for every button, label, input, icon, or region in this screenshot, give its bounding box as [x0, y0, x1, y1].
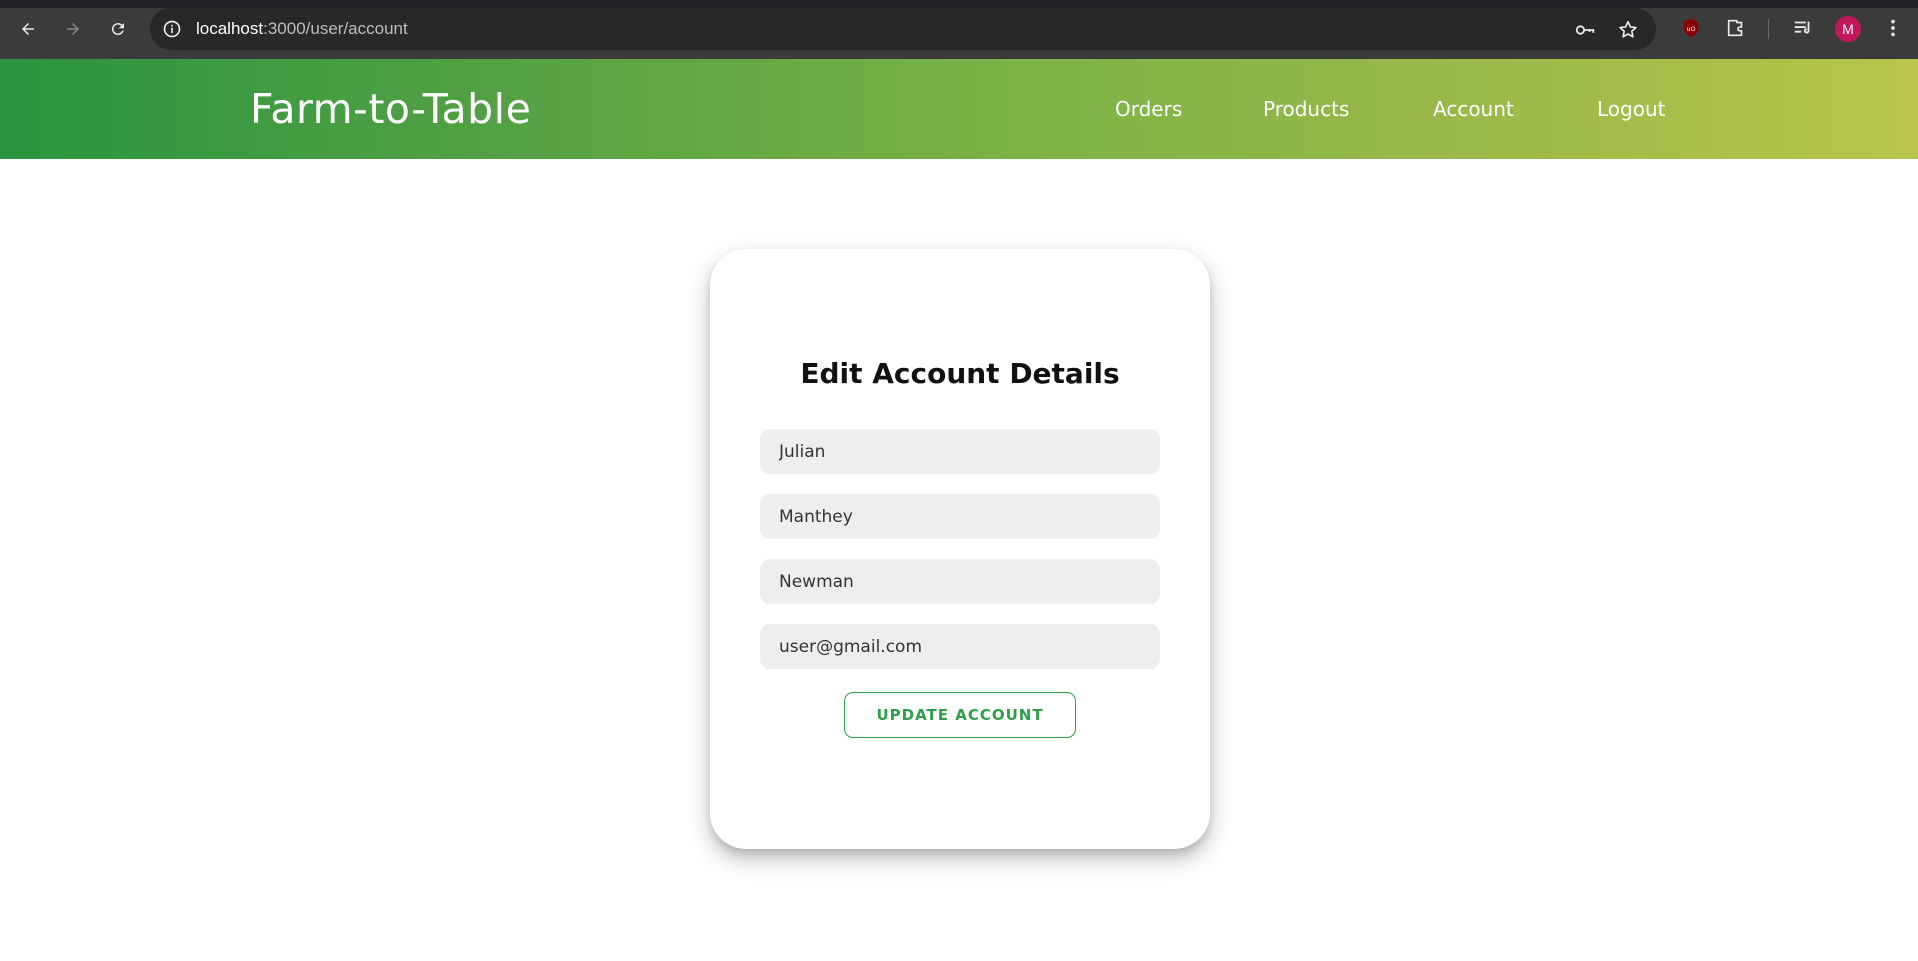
url-path: :3000/user/account — [263, 19, 408, 38]
url-host: localhost — [196, 19, 264, 38]
nav-orders[interactable]: Orders — [1115, 97, 1182, 121]
svg-text:uO: uO — [1686, 25, 1695, 33]
address-bar[interactable]: localhost:3000/user/account — [150, 8, 1656, 50]
extensions-puzzle-icon[interactable] — [1723, 15, 1749, 41]
profile-avatar[interactable]: M — [1835, 16, 1861, 42]
nav-account[interactable]: Account — [1433, 97, 1514, 121]
back-icon[interactable] — [14, 15, 42, 43]
ublock-extension-icon[interactable]: uO — [1678, 15, 1704, 41]
email-field[interactable] — [760, 624, 1160, 669]
reading-list-icon[interactable] — [1790, 15, 1816, 41]
last-name-field[interactable] — [760, 559, 1160, 604]
nav-products[interactable]: Products — [1263, 97, 1349, 121]
site-info-icon[interactable] — [162, 19, 182, 39]
browser-toolbar: localhost:3000/user/account uO M — [0, 0, 1918, 59]
update-account-button[interactable]: UPDATE ACCOUNT — [844, 692, 1076, 738]
account-card: Edit Account Details UPDATE ACCOUNT — [710, 249, 1210, 849]
site-header: Farm-to-Table Orders Products Account Lo… — [0, 59, 1918, 159]
first-name-field[interactable] — [760, 429, 1160, 474]
brand-logo[interactable]: Farm-to-Table — [250, 59, 531, 159]
password-key-icon[interactable] — [1574, 19, 1596, 41]
browser-menu-icon[interactable] — [1880, 15, 1906, 41]
form-title: Edit Account Details — [800, 357, 1120, 390]
bookmark-star-icon[interactable] — [1617, 19, 1639, 41]
address-url[interactable]: localhost:3000/user/account — [196, 8, 408, 50]
middle-name-field[interactable] — [760, 494, 1160, 539]
nav-logout[interactable]: Logout — [1597, 97, 1665, 121]
reload-icon[interactable] — [104, 15, 132, 43]
forward-icon[interactable] — [59, 15, 87, 43]
tab-strip — [0, 0, 1918, 8]
toolbar-separator — [1768, 19, 1769, 39]
